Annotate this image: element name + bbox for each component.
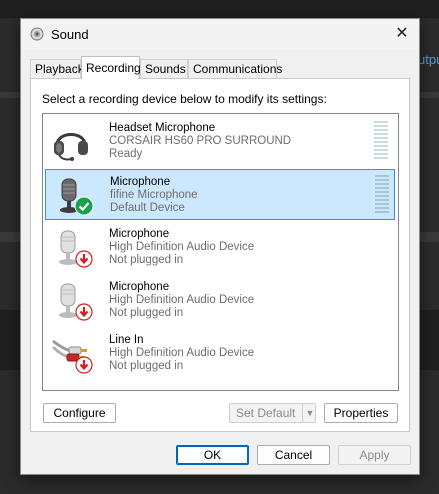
window-title: Sound	[51, 27, 89, 42]
device-item-microphone-hd-2[interactable]: Microphone High Definition Audio Device …	[45, 275, 395, 326]
device-description: High Definition Audio Device	[109, 241, 255, 253]
sound-dialog: Sound ✕ Playback Recording Sounds Commun…	[20, 18, 420, 475]
device-name: Microphone	[109, 228, 170, 240]
device-status: Not plugged in	[109, 360, 184, 372]
device-description: High Definition Audio Device	[109, 347, 255, 359]
device-name: Headset Microphone	[109, 122, 216, 134]
chevron-down-icon[interactable]: ▼	[302, 404, 317, 422]
default-check-icon	[74, 196, 94, 216]
device-item-fifine-microphone[interactable]: Microphone fifine Microphone Default Dev…	[45, 169, 395, 220]
background-app	[0, 0, 439, 18]
configure-button[interactable]: Configure	[43, 403, 116, 423]
device-name: Microphone	[109, 281, 170, 293]
title-bar: Sound ✕	[21, 19, 419, 49]
level-meter	[375, 175, 389, 215]
unplugged-arrow-icon	[75, 303, 93, 321]
speaker-icon	[30, 27, 44, 41]
device-item-headset-microphone[interactable]: Headset Microphone CORSAIR HS60 PRO SURR…	[45, 116, 395, 167]
device-status: Ready	[109, 148, 143, 160]
unplugged-arrow-icon	[75, 356, 93, 374]
device-item-microphone-hd-1[interactable]: Microphone High Definition Audio Device …	[45, 222, 395, 273]
set-default-label: Set Default	[236, 406, 296, 420]
properties-button[interactable]: Properties	[324, 403, 398, 423]
device-name: Line In	[109, 334, 144, 346]
level-meter	[374, 121, 388, 161]
tab-playback[interactable]: Playback	[30, 59, 84, 78]
unplugged-arrow-icon	[75, 250, 93, 268]
device-status: Default Device	[110, 202, 185, 214]
recording-panel: Select a recording device below to modif…	[30, 78, 410, 432]
device-status: Not plugged in	[109, 307, 184, 319]
close-button[interactable]: ✕	[391, 23, 413, 45]
apply-button[interactable]: Apply	[338, 445, 411, 465]
background-text: utpu	[418, 52, 439, 67]
tab-sounds[interactable]: Sounds	[140, 59, 188, 78]
tab-communications[interactable]: Communications	[188, 59, 282, 78]
device-list[interactable]: Headset Microphone CORSAIR HS60 PRO SURR…	[42, 113, 399, 391]
instruction-text: Select a recording device below to modif…	[42, 92, 327, 106]
tab-recording[interactable]: Recording	[81, 56, 141, 79]
device-description: fifine Microphone	[110, 189, 198, 201]
device-status: Not plugged in	[109, 254, 184, 266]
ok-button[interactable]: OK	[176, 445, 249, 465]
headset-icon	[54, 133, 88, 161]
device-description: CORSAIR HS60 PRO SURROUND	[109, 135, 292, 147]
device-item-line-in[interactable]: Line In High Definition Audio Device Not…	[45, 328, 395, 379]
device-name: Microphone	[110, 176, 171, 188]
set-default-button[interactable]: Set Default ▼	[229, 403, 316, 423]
device-description: High Definition Audio Device	[109, 294, 255, 306]
cancel-button[interactable]: Cancel	[257, 445, 330, 465]
